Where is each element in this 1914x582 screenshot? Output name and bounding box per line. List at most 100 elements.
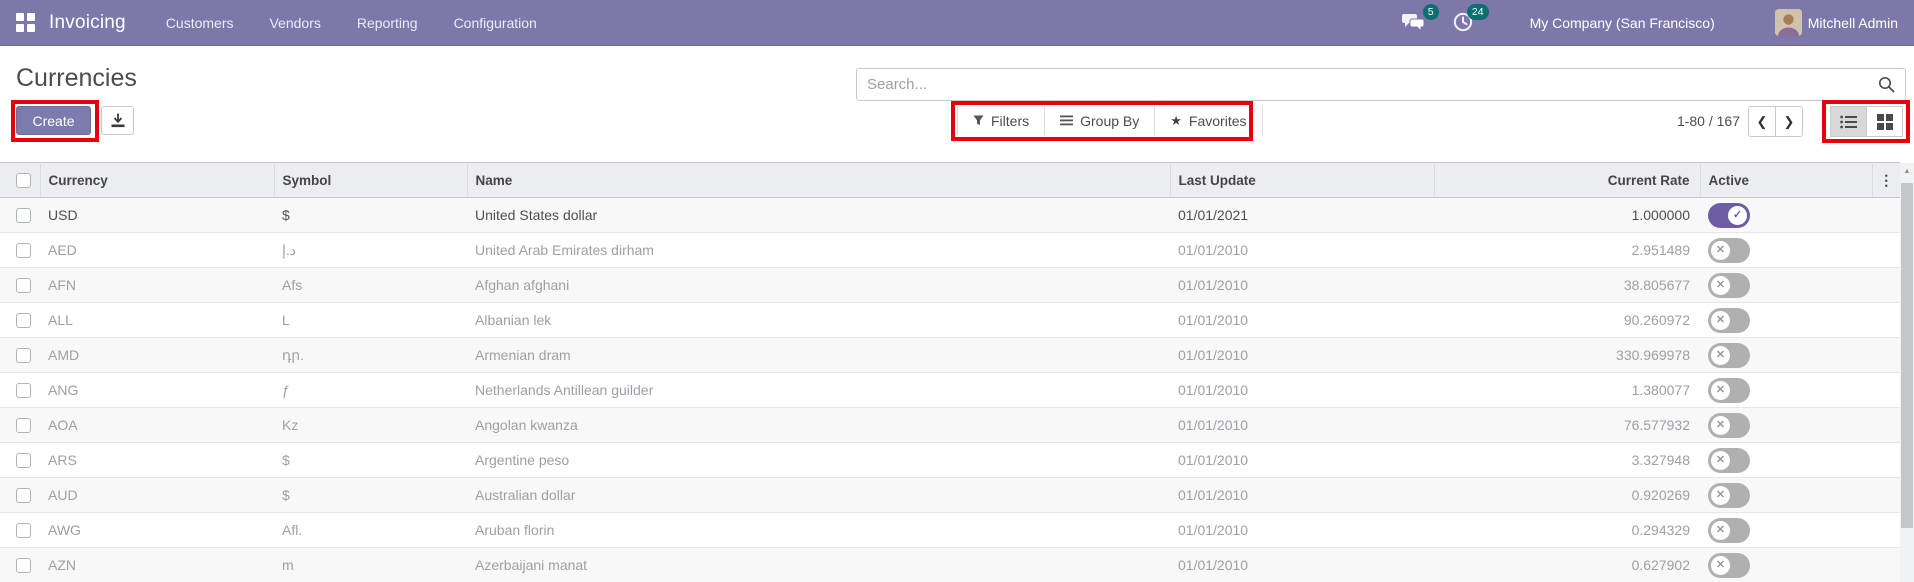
cell-currency: AFN: [40, 267, 274, 303]
create-button[interactable]: Create: [16, 106, 91, 135]
active-toggle[interactable]: ✕: [1708, 342, 1750, 368]
cell-symbol: դր.: [274, 337, 467, 373]
currency-row[interactable]: ARS $ Argentine peso 01/01/2010 3.327948…: [0, 442, 1900, 478]
cell-name: Albanian lek: [467, 302, 1170, 338]
currency-row[interactable]: USD $ United States dollar 01/01/2021 1.…: [0, 197, 1900, 233]
top-navbar: Invoicing Customers Vendors Reporting Co…: [0, 0, 1914, 46]
chat-bubbles-icon: [1401, 13, 1425, 32]
cell-name: Angolan kwanza: [467, 407, 1170, 443]
currency-rows: USD $ United States dollar 01/01/2021 1.…: [0, 197, 1900, 582]
column-header-last-update[interactable]: Last Update: [1170, 162, 1435, 198]
scrollbar-thumb[interactable]: [1901, 183, 1913, 528]
cell-current-rate: 0.294329: [1434, 512, 1700, 548]
favorites-button[interactable]: ★ Favorites: [1154, 106, 1263, 135]
activities-button[interactable]: 24: [1452, 3, 1489, 35]
activities-badge: 24: [1466, 3, 1489, 20]
app-name[interactable]: Invoicing: [49, 12, 126, 34]
row-checkbox[interactable]: [16, 348, 31, 364]
toggle-knob-icon: ✓: [1728, 205, 1747, 225]
currency-row[interactable]: AZN m Azerbaijani manat 01/01/2010 0.627…: [0, 547, 1900, 582]
cell-symbol: $: [274, 477, 467, 513]
cell-name: Armenian dram: [467, 337, 1170, 373]
column-header-current-rate[interactable]: Current Rate: [1434, 162, 1701, 198]
cell-currency: AED: [40, 232, 274, 268]
active-toggle[interactable]: ✕: [1708, 377, 1750, 403]
currency-row[interactable]: AWG Afl. Aruban florin 01/01/2010 0.2943…: [0, 512, 1900, 548]
optional-columns-button[interactable]: ⋮: [1872, 162, 1900, 198]
active-toggle[interactable]: ✕: [1708, 552, 1750, 578]
cell-current-rate: 2.951489: [1434, 232, 1700, 268]
cell-currency: ALL: [40, 302, 274, 338]
active-toggle[interactable]: ✕: [1708, 517, 1750, 543]
column-header-active[interactable]: Active: [1700, 162, 1873, 198]
currency-row[interactable]: AED د.إ United Arab Emirates dirham 01/0…: [0, 232, 1900, 268]
messages-button[interactable]: 5: [1401, 3, 1439, 35]
cell-last-update: 01/01/2010: [1170, 407, 1434, 443]
cell-current-rate: 3.327948: [1434, 442, 1700, 478]
row-checkbox[interactable]: [16, 453, 31, 469]
list-view-icon: [1840, 115, 1857, 128]
row-checkbox[interactable]: [16, 523, 31, 539]
column-header-name[interactable]: Name: [467, 162, 1171, 198]
cell-current-rate: 1.000000: [1434, 197, 1700, 233]
company-switcher[interactable]: My Company (San Francisco): [1530, 15, 1715, 31]
table-header-row: Currency Symbol Name Last Update Current…: [0, 162, 1900, 198]
cell-current-rate: 0.627902: [1434, 547, 1700, 582]
cell-name: United States dollar: [467, 197, 1170, 233]
menu-configuration[interactable]: Configuration: [454, 15, 537, 31]
currency-row[interactable]: AMD դր. Armenian dram 01/01/2010 330.969…: [0, 337, 1900, 373]
kanban-view-icon: [1876, 113, 1893, 130]
main-menu: Customers Vendors Reporting Configuratio…: [166, 15, 537, 31]
currency-row[interactable]: AOA Kz Angolan kwanza 01/01/2010 76.5779…: [0, 407, 1900, 443]
user-menu[interactable]: Mitchell Admin: [1774, 9, 1898, 36]
group-by-button[interactable]: Group By: [1044, 106, 1155, 135]
scroll-up-arrow[interactable]: ▲: [1900, 163, 1914, 179]
column-header-currency[interactable]: Currency: [40, 162, 275, 198]
active-toggle[interactable]: ✕: [1708, 412, 1750, 438]
cell-last-update: 01/01/2010: [1170, 442, 1434, 478]
currency-row[interactable]: ANG ƒ Netherlands Antillean guilder 01/0…: [0, 372, 1900, 408]
cell-name: Argentine peso: [467, 442, 1170, 478]
cell-name: Aruban florin: [467, 512, 1170, 548]
toggle-knob-icon: ✕: [1711, 240, 1730, 260]
row-checkbox[interactable]: [16, 208, 31, 224]
row-checkbox[interactable]: [16, 383, 31, 399]
pager-previous-button[interactable]: ❮: [1748, 106, 1776, 137]
search-icon[interactable]: [1878, 76, 1895, 93]
user-name: Mitchell Admin: [1807, 14, 1898, 31]
active-toggle[interactable]: ✓: [1708, 202, 1750, 228]
currency-row[interactable]: AUD $ Australian dollar 01/01/2010 0.920…: [0, 477, 1900, 513]
active-toggle[interactable]: ✕: [1708, 482, 1750, 508]
kanban-view-button[interactable]: [1866, 106, 1903, 137]
currency-row[interactable]: AFN Afs Afghan afghani 01/01/2010 38.805…: [0, 267, 1900, 303]
vertical-scrollbar[interactable]: ▲: [1900, 163, 1914, 582]
select-all-checkbox[interactable]: [16, 172, 31, 188]
row-checkbox[interactable]: [16, 418, 31, 434]
list-view-button[interactable]: [1830, 106, 1867, 137]
menu-reporting[interactable]: Reporting: [357, 15, 418, 31]
page: Invoicing Customers Vendors Reporting Co…: [0, 0, 1914, 582]
row-checkbox[interactable]: [16, 558, 31, 574]
export-button[interactable]: [101, 106, 134, 135]
menu-vendors[interactable]: Vendors: [269, 15, 320, 31]
row-checkbox[interactable]: [16, 313, 31, 329]
active-toggle[interactable]: ✕: [1708, 272, 1750, 298]
menu-customers[interactable]: Customers: [166, 15, 234, 31]
apps-grid-icon[interactable]: [16, 13, 35, 32]
search-input[interactable]: [857, 76, 1878, 93]
pager-next-button[interactable]: ❯: [1775, 106, 1803, 137]
row-checkbox[interactable]: [16, 278, 31, 294]
cell-currency: AUD: [40, 477, 274, 513]
active-toggle[interactable]: ✕: [1708, 447, 1750, 473]
toggle-knob-icon: ✕: [1711, 415, 1730, 435]
currency-row[interactable]: ALL L Albanian lek 01/01/2010 90.260972 …: [0, 302, 1900, 338]
cell-last-update: 01/01/2010: [1170, 547, 1434, 582]
cell-name: United Arab Emirates dirham: [467, 232, 1170, 268]
active-toggle[interactable]: ✕: [1708, 307, 1750, 333]
filters-button[interactable]: Filters: [957, 106, 1045, 135]
cell-last-update: 01/01/2021: [1170, 197, 1434, 233]
active-toggle[interactable]: ✕: [1708, 237, 1750, 263]
row-checkbox[interactable]: [16, 243, 31, 259]
row-checkbox[interactable]: [16, 488, 31, 504]
column-header-symbol[interactable]: Symbol: [274, 162, 468, 198]
